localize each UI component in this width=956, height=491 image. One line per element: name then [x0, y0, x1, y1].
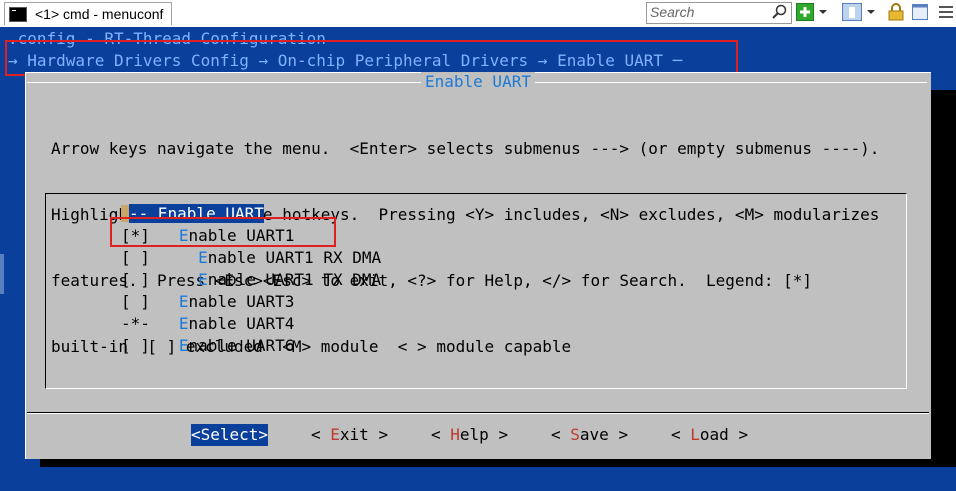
menu-item-mark: -*- — [121, 314, 150, 333]
new-console-button[interactable] — [796, 3, 814, 21]
menu-button[interactable] — [938, 3, 954, 21]
button-bracket: < — [671, 425, 691, 444]
annotation-highlight-breadcrumb — [5, 40, 738, 76]
menu-item-label: nable UART4 — [188, 314, 295, 333]
button-hotkey: L — [690, 425, 700, 444]
button-hotkey: E — [330, 425, 340, 444]
maximize-button[interactable] — [912, 3, 928, 21]
search-icon[interactable] — [771, 4, 789, 20]
menu-item-enable-uart1-tx-dma[interactable]: [ ] Enable UART1 TX DMA — [121, 269, 381, 291]
console-tab[interactable]: <1> cmd - menuconf — [4, 2, 173, 25]
console-tab-label: <1> cmd - menuconf — [35, 6, 164, 22]
select-button[interactable]: <Select> — [191, 424, 269, 446]
button-bracket: < — [311, 425, 331, 444]
save-button[interactable]: < Save > — [551, 424, 628, 446]
load-button[interactable]: < Load > — [671, 424, 748, 446]
menu-item-mark: [ ] — [121, 292, 150, 311]
exit-button[interactable]: < Exit > — [311, 424, 388, 446]
menu-item-label: nable UART1 TX DMA — [207, 270, 382, 289]
window-titlebar: <1> cmd - menuconf Search — [0, 0, 956, 27]
plus-icon — [796, 3, 814, 21]
menu-item-indent — [150, 270, 198, 289]
button-row-divider-highlight — [27, 413, 929, 414]
chevron-down-icon — [819, 10, 827, 14]
lock-button[interactable] — [888, 3, 904, 21]
menu-item-indent — [150, 336, 179, 355]
search-placeholder: Search — [650, 4, 695, 20]
dialog-title: Enable UART — [421, 72, 535, 92]
menu-item-enable-uart4[interactable]: -*- Enable UART4 — [121, 313, 294, 335]
menu-item-indent — [150, 292, 179, 311]
button-hotkey: S — [570, 425, 580, 444]
left-edge-strip — [0, 254, 4, 294]
dialog-shadow-bottom — [40, 459, 956, 467]
menu-item-hotkey: E — [198, 248, 208, 267]
menu-item-indent — [150, 314, 179, 333]
menu-item-indent — [150, 248, 198, 267]
dialog-shadow-right — [931, 90, 956, 465]
help-line: Arrow keys navigate the menu. <Enter> se… — [51, 139, 880, 158]
hamburger-icon — [939, 6, 953, 18]
menu-item-label: nable UART3 — [188, 292, 295, 311]
menu-item-hotkey: E — [178, 314, 189, 333]
button-label: oad > — [699, 425, 749, 444]
menu-item-hotkey: E — [178, 336, 189, 355]
menu-item-enable-uart6[interactable]: [ ] Enable UART6 — [121, 335, 294, 357]
window-view-button[interactable] — [842, 3, 862, 21]
menu-item-label: nable UART6 — [188, 336, 295, 355]
window-pane-icon — [912, 4, 928, 20]
menu-item-label: nable UART1 RX DMA — [207, 248, 382, 267]
lock-icon — [888, 3, 904, 21]
menu-item-enable-uart3[interactable]: [ ] Enable UART3 — [121, 291, 294, 313]
search-input[interactable]: Search — [646, 2, 792, 24]
button-bracket: < — [551, 425, 571, 444]
help-button[interactable]: < Help > — [431, 424, 508, 446]
menu-item-mark: [ ] — [121, 248, 150, 267]
button-bracket: < — [431, 425, 451, 444]
chevron-down-icon — [867, 10, 875, 14]
window-view-dropdown[interactable] — [866, 3, 876, 21]
new-console-dropdown[interactable] — [818, 3, 828, 21]
button-label: xit > — [339, 425, 389, 444]
button-hotkey: H — [450, 425, 460, 444]
window-icon — [842, 3, 862, 21]
annotation-highlight-uart1 — [110, 217, 336, 247]
menu-item-enable-uart1-rx-dma[interactable]: [ ] Enable UART1 RX DMA — [121, 247, 381, 269]
menu-item-mark: [ ] — [121, 270, 150, 289]
menu-item-hotkey: E — [178, 292, 189, 311]
menu-item-mark: [ ] — [121, 336, 150, 355]
console-icon — [9, 6, 27, 22]
menu-item-hotkey: E — [198, 270, 208, 289]
button-label: ave > — [579, 425, 629, 444]
button-label: elp > — [459, 425, 509, 444]
